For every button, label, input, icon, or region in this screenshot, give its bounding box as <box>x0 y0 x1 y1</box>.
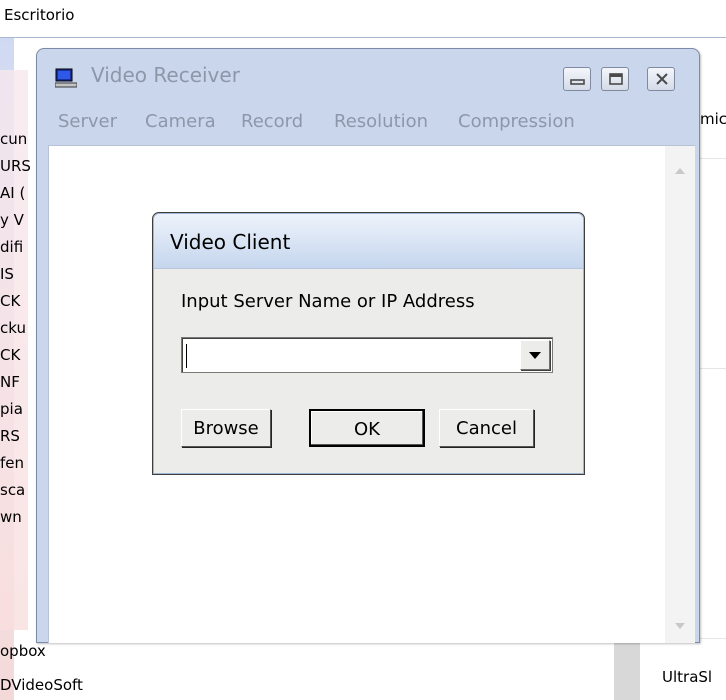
list-item[interactable]: fen <box>0 450 40 477</box>
monitor-icon <box>54 68 78 88</box>
receiver-title: Video Receiver <box>91 63 240 87</box>
menu-resolution[interactable]: Resolution <box>334 111 428 132</box>
list-item[interactable]: AI ( <box>0 180 40 207</box>
cancel-button[interactable]: Cancel <box>439 409 534 447</box>
list-item[interactable]: cku <box>0 315 40 342</box>
list-item[interactable]: wn <box>0 504 40 531</box>
video-client-dialog: Video Client Input Server Name or IP Add… <box>152 212 585 475</box>
list-item[interactable]: RS <box>0 423 40 450</box>
receiver-titlebar[interactable]: Video Receiver <box>37 49 699 97</box>
list-item[interactable]: IS <box>0 261 40 288</box>
server-address-combobox[interactable] <box>181 337 553 373</box>
explorer-divider <box>0 37 726 38</box>
menu-camera[interactable]: Camera <box>145 111 216 132</box>
list-item[interactable]: opbox <box>0 642 46 660</box>
list-item[interactable]: cun <box>0 126 40 153</box>
right-pane-label[interactable]: UltraSl <box>662 668 712 686</box>
server-prompt-label: Input Server Name or IP Address <box>181 291 475 312</box>
list-item[interactable]: difi <box>0 234 40 261</box>
explorer-title: Escritorio <box>4 6 75 24</box>
text-caret <box>186 344 187 368</box>
list-item[interactable]: y V <box>0 207 40 234</box>
menu-record[interactable]: Record <box>241 111 303 132</box>
menu-compression[interactable]: Compression <box>458 111 575 132</box>
close-button[interactable] <box>647 67 675 91</box>
maximize-button[interactable] <box>601 67 629 91</box>
receiver-menubar: Server Camera Record Resolution Compress… <box>48 103 694 143</box>
menu-server[interactable]: Server <box>58 111 117 132</box>
browse-button[interactable]: Browse <box>181 409 271 447</box>
ok-button[interactable]: OK <box>309 409 425 447</box>
list-item[interactable]: CK <box>0 288 40 315</box>
dialog-titlebar[interactable]: Video Client <box>154 214 583 269</box>
server-address-input[interactable] <box>186 341 506 369</box>
scroll-up-icon[interactable] <box>675 159 685 178</box>
list-item[interactable]: sca <box>0 477 40 504</box>
dialog-title: Video Client <box>170 230 291 254</box>
list-item[interactable]: NF <box>0 369 40 396</box>
vertical-scrollbar[interactable] <box>665 146 695 643</box>
dropdown-button[interactable] <box>520 340 550 370</box>
list-item[interactable]: DVideoSoft <box>0 676 83 694</box>
minimize-button[interactable] <box>563 67 591 91</box>
right-pane-label: mic <box>700 110 726 128</box>
explorer-file-list: cun URS AI ( y V difi IS CK cku CK NF pi… <box>0 126 40 531</box>
scroll-down-icon[interactable] <box>675 614 685 633</box>
list-item[interactable]: CK <box>0 342 40 369</box>
list-item[interactable]: pia <box>0 396 40 423</box>
list-item[interactable]: URS <box>0 153 40 180</box>
